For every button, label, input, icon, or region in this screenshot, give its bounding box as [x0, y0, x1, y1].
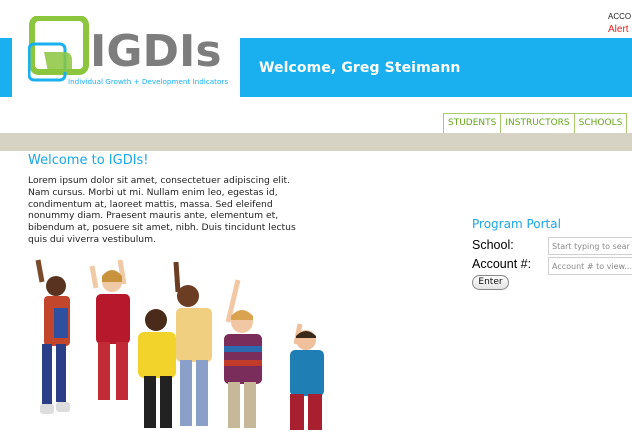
logo-tagline: Individual Growth + Development Indicato…: [68, 77, 228, 86]
main-nav: STUDENTS INSTRUCTORS SCHOOLS: [443, 113, 628, 133]
child-figure-2: [89, 259, 130, 400]
alert-link[interactable]: Alert: [608, 24, 632, 35]
account-number-input[interactable]: [548, 257, 632, 275]
account-label: Account #:: [472, 257, 532, 271]
divider-bar: [0, 133, 632, 151]
children-photo: [35, 259, 324, 430]
top-right-links: ACCO Alert: [608, 12, 632, 35]
account-link[interactable]: ACCO: [608, 12, 632, 21]
page-title: Welcome to IGDIs!: [28, 153, 149, 168]
header-left-accent: [0, 38, 12, 97]
school-search-input[interactable]: [548, 237, 632, 255]
nav-tab-students[interactable]: STUDENTS: [443, 113, 502, 133]
nav-tab-schools[interactable]: SCHOOLS: [573, 113, 628, 133]
nav-tab-instructors[interactable]: INSTRUCTORS: [500, 113, 575, 133]
portal-title: Program Portal: [472, 217, 561, 231]
enter-button[interactable]: Enter: [472, 275, 509, 290]
school-label: School:: [472, 238, 514, 252]
child-figure-6: [290, 323, 324, 430]
child-figure-5: [224, 279, 262, 428]
logo[interactable]: IGDIs Individual Growth + Development In…: [12, 0, 240, 97]
welcome-message: Welcome, Greg Steimann: [259, 60, 461, 76]
child-figure-1: [35, 259, 70, 414]
child-figure-3: [138, 309, 176, 428]
intro-text: Lorem ipsum dolor sit amet, consectetuer…: [28, 175, 296, 245]
logo-mark-icon: IGDIs Individual Growth + Development In…: [28, 16, 228, 86]
logo-text: IGDIs: [90, 26, 222, 77]
child-figure-4: [173, 261, 212, 426]
